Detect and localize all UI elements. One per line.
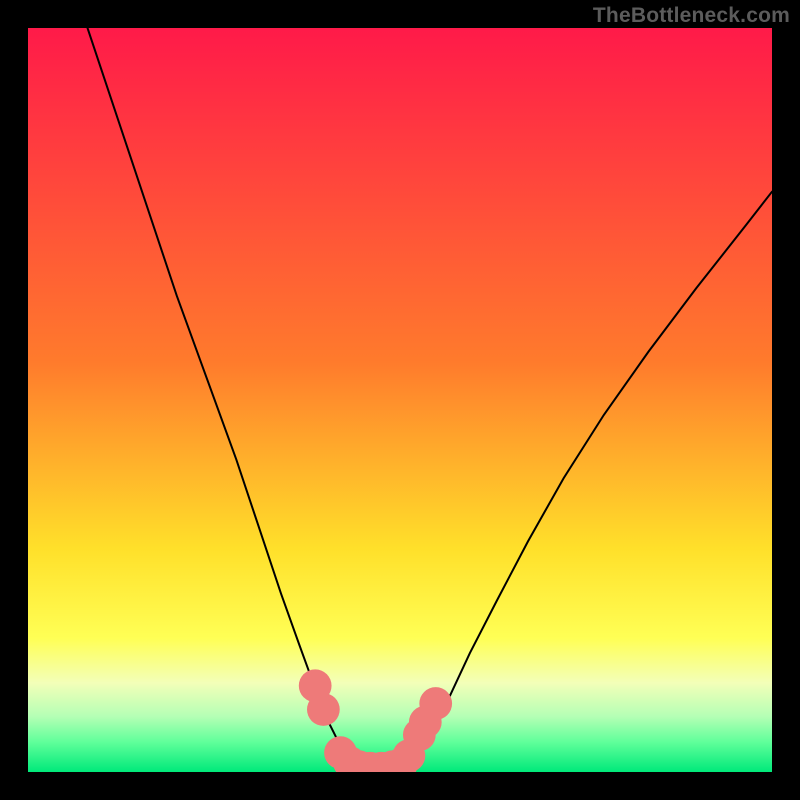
watermark-text: TheBottleneck.com <box>593 4 790 28</box>
plot-area <box>28 28 772 772</box>
marker-dot <box>419 687 452 720</box>
chart-frame: TheBottleneck.com <box>0 0 800 800</box>
marker-dot <box>393 739 426 772</box>
marker-dot <box>307 693 340 726</box>
chart-svg <box>28 28 772 772</box>
gradient-background <box>28 28 772 772</box>
